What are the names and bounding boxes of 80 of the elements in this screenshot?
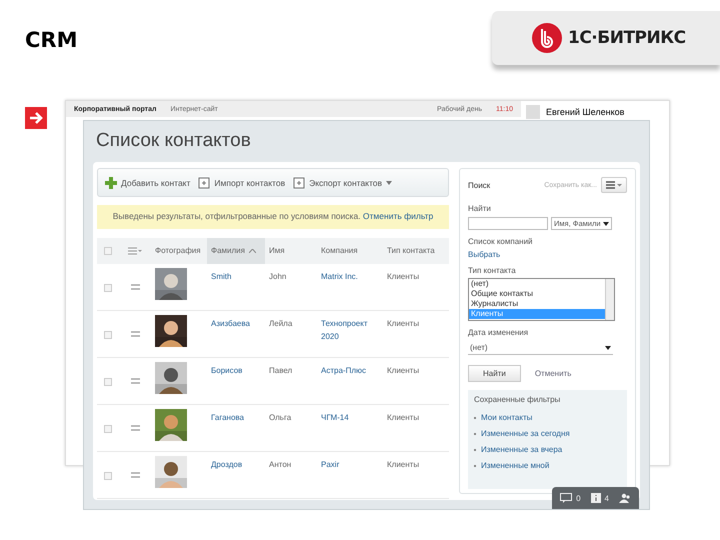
row-checkbox[interactable] — [104, 378, 112, 386]
table-cell-text: Клиенты — [386, 270, 420, 283]
list-option[interactable]: (нет) — [469, 279, 605, 289]
saved-filter-link[interactable]: Измененные мной — [474, 458, 621, 474]
column-header[interactable]: Компания — [317, 238, 383, 264]
table-cell-text: Клиенты — [386, 318, 420, 330]
company-link[interactable]: Астра-Плюс — [317, 358, 383, 378]
caret-icon — [602, 222, 609, 226]
row-menu-icon[interactable] — [130, 378, 140, 384]
row-checkbox[interactable] — [104, 284, 112, 292]
field-label: Найти — [468, 204, 492, 213]
counter: 0 — [576, 494, 581, 502]
row-checkbox[interactable] — [104, 472, 112, 480]
info-icon[interactable] — [590, 493, 601, 503]
filter-title: Поиск — [468, 180, 490, 190]
contact-type-list[interactable]: (нет) Общие контакты Журналисты Клиенты — [468, 278, 615, 321]
logo-text: 1С·БИТРИКС — [568, 28, 686, 48]
column-header[interactable]: Фотография — [151, 238, 207, 264]
field-label: Тип контакта — [468, 266, 517, 275]
table-cell-text: Павел — [268, 364, 294, 377]
toolbar-button[interactable]: Импорт контактов — [195, 174, 288, 190]
row-menu-icon[interactable] — [130, 284, 140, 290]
table-cell-text: Клиенты — [386, 364, 420, 377]
cancel-filter-link[interactable]: Отменить фильтр — [362, 211, 434, 221]
toolbar-button[interactable]: Экспорт контактов — [290, 174, 396, 190]
row-menu-icon[interactable] — [130, 472, 140, 478]
cancel-link[interactable]: Отменить — [534, 369, 572, 378]
plus-icon — [105, 176, 117, 188]
slide-title: CRM — [25, 28, 78, 52]
table-cell-text: Ольга — [268, 412, 292, 424]
column-header[interactable]: Фамилия — [207, 238, 265, 264]
select-link[interactable]: Выбрать — [468, 250, 627, 259]
avatar — [526, 105, 540, 119]
table-cell-text: Антон — [268, 458, 292, 471]
company-link[interactable]: Paxir — [317, 452, 383, 472]
saved-filters-title: Сохраненные фильтры — [474, 395, 562, 404]
row-checkbox[interactable] — [104, 330, 112, 339]
row-menu-icon[interactable] — [130, 424, 140, 431]
column-header[interactable]: Имя — [265, 238, 317, 264]
filter-notice: Выведены результаты, отфильтрованные по условиям поиска. Отменить фильтр — [97, 205, 449, 229]
counter: 4 — [604, 494, 609, 502]
logo-icon — [532, 23, 562, 53]
checkbox[interactable] — [104, 246, 112, 255]
users-icon[interactable] — [619, 493, 631, 503]
chat-icon[interactable] — [560, 493, 572, 503]
filter-menu-button[interactable] — [601, 177, 627, 193]
saved-filter-link[interactable]: Измененные за вчера — [474, 442, 621, 458]
caret-icon — [605, 346, 611, 350]
toolbar-button[interactable]: Добавить контакт — [102, 174, 194, 190]
caret-icon — [386, 180, 392, 184]
contact-surname[interactable]: Дроздов — [207, 452, 265, 472]
table-cell-text: Клиенты — [386, 458, 420, 471]
table-cell-text: Клиенты — [386, 412, 420, 424]
column-header[interactable]: Тип контакта — [383, 238, 447, 264]
table-cell-text: Лейла — [268, 318, 294, 330]
contact-surname[interactable]: Гаганова — [207, 404, 265, 425]
date-select[interactable]: (нет) — [468, 341, 613, 355]
document-icon — [198, 176, 210, 188]
saved-filter-link[interactable]: Измененные за сегодня — [474, 426, 621, 442]
row-menu-icon[interactable] — [130, 330, 140, 337]
dialog-title: Список контактов — [95, 129, 252, 153]
menu-icon — [606, 181, 622, 189]
company-link[interactable]: Matrix Inc. — [317, 264, 383, 284]
list-option[interactable]: Журналисты — [469, 299, 605, 309]
user-name[interactable]: Евгений Шеленков — [546, 107, 624, 117]
table-cell-text: John — [268, 270, 288, 283]
search-field[interactable] — [468, 217, 548, 230]
saved-filter-link[interactable]: Мои контакты — [474, 410, 621, 426]
document-icon — [293, 176, 306, 188]
row-checkbox[interactable] — [104, 424, 112, 433]
contact-surname[interactable]: Smith — [207, 264, 265, 284]
company-link[interactable]: Технопроект 2020 — [317, 310, 383, 344]
field-label: Список компаний — [468, 237, 534, 246]
list-option[interactable]: Общие контакты — [469, 289, 605, 299]
company-link[interactable]: ЧГМ-14 — [317, 404, 383, 425]
field-label: Дата изменения — [468, 328, 530, 337]
contact-surname[interactable]: Азизбаева — [207, 310, 265, 331]
contact-surname[interactable]: Борисов — [207, 358, 265, 378]
menu-icon[interactable] — [128, 246, 142, 255]
find-button[interactable]: Найти — [468, 365, 521, 382]
